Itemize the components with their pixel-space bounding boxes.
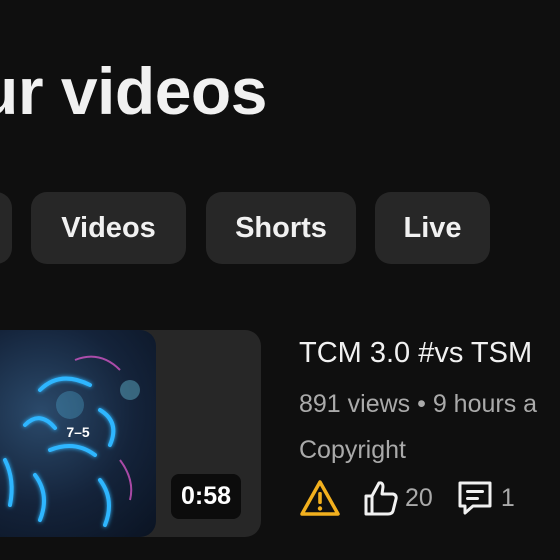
thumbs-up-icon <box>361 479 399 517</box>
comments-stat[interactable]: 1 <box>455 478 515 518</box>
thumbnail-text: 7–5 <box>66 424 90 440</box>
filter-chip-shorts[interactable]: Shorts <box>206 192 356 264</box>
filter-chip-videos[interactable]: Videos <box>31 192 186 264</box>
warning-icon[interactable] <box>299 479 341 517</box>
thumbnail-art: 7–5 <box>3 355 140 527</box>
video-thumbnail[interactable]: 7–5 0:58 <box>0 330 261 537</box>
filter-chip-label: Shorts <box>235 211 327 244</box>
video-stats: 20 1 <box>299 478 515 518</box>
duration-badge: 0:58 <box>171 474 241 519</box>
likes-stat[interactable]: 20 <box>361 479 433 517</box>
filter-chip-label: Live <box>403 211 462 244</box>
page-title: ur videos <box>0 54 267 128</box>
comments-count: 1 <box>500 483 515 512</box>
filter-chip-label: Videos <box>61 211 156 244</box>
filter-chip-live[interactable]: Live <box>375 192 490 264</box>
likes-count: 20 <box>405 483 433 512</box>
duration-text: 0:58 <box>180 482 232 510</box>
comment-icon <box>455 478 495 518</box>
filter-chip-partial[interactable] <box>0 192 12 264</box>
video-title[interactable]: TCM 3.0 #vs TSM <box>299 337 532 370</box>
thumbnail-image: 7–5 <box>0 330 156 537</box>
video-license: Copyright <box>299 436 406 464</box>
video-meta: 891 views • 9 hours a <box>299 390 538 418</box>
